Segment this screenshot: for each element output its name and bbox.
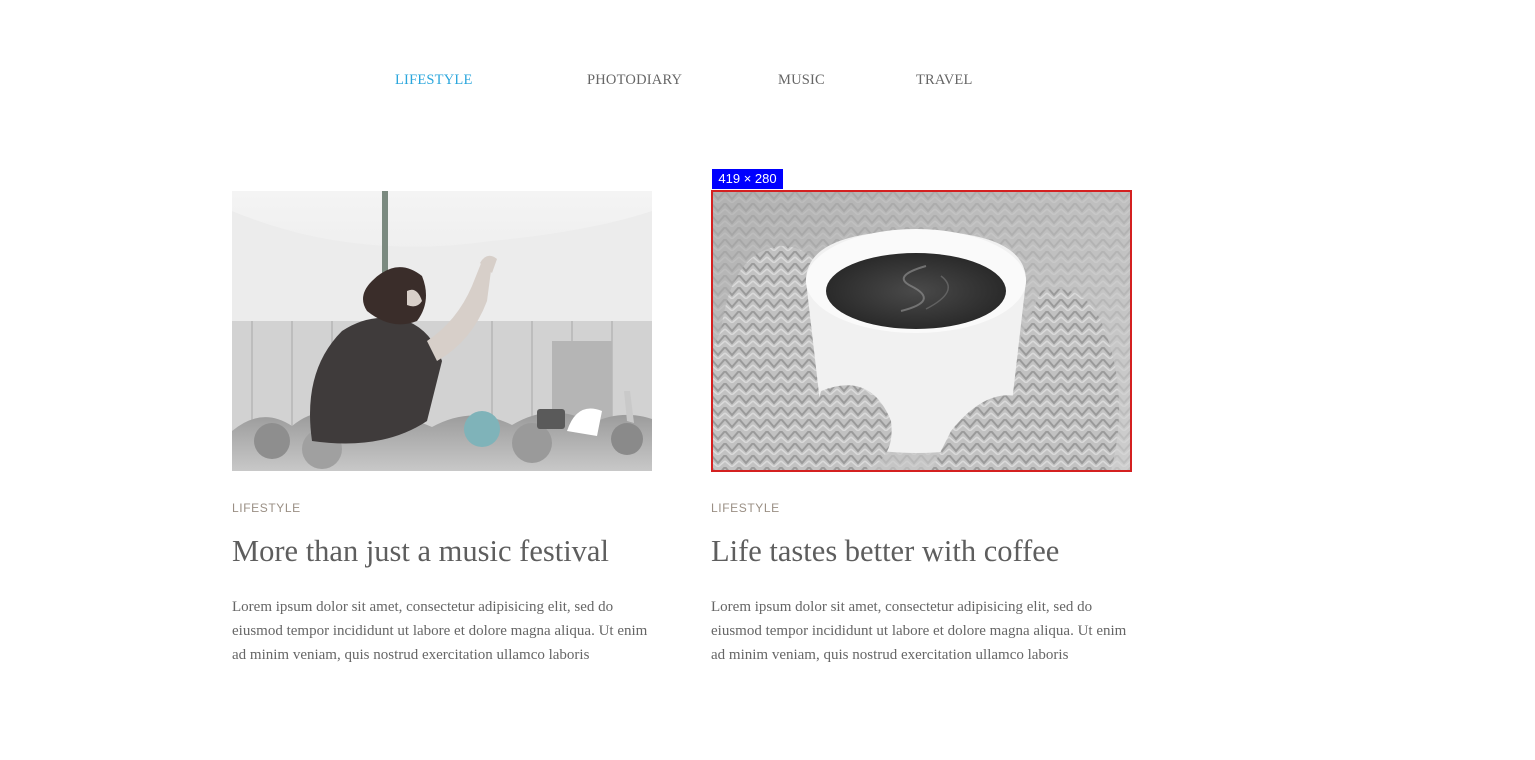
post-excerpt: Lorem ipsum dolor sit amet, consectetur … bbox=[711, 598, 1127, 663]
image-dimension-label: 419 × 280 bbox=[712, 169, 783, 189]
post-category[interactable]: LIFESTYLE bbox=[711, 501, 780, 515]
post-category[interactable]: LIFESTYLE bbox=[232, 501, 301, 515]
post-excerpt: Lorem ipsum dolor sit amet, consectetur … bbox=[232, 598, 648, 663]
post-card: LIFESTYLE More than just a music festiva… bbox=[232, 191, 653, 682]
category-nav: LIFESTYLE PHOTODIARY MUSIC TRAVEL bbox=[0, 72, 1535, 96]
nav-item-lifestyle[interactable]: LIFESTYLE bbox=[395, 72, 473, 89]
nav-item-photodiary[interactable]: PHOTODIARY bbox=[587, 72, 682, 89]
post-title[interactable]: More than just a music festival bbox=[232, 533, 653, 570]
post-title[interactable]: Life tastes better with coffee bbox=[711, 533, 1132, 570]
festival-crowd-photo[interactable] bbox=[232, 191, 652, 471]
nav-item-music[interactable]: MUSIC bbox=[778, 72, 825, 89]
nav-item-travel[interactable]: TRAVEL bbox=[916, 72, 973, 89]
coffee-mittens-photo[interactable] bbox=[711, 191, 1131, 471]
post-card: LIFESTYLE Life tastes better with coffee… bbox=[711, 191, 1132, 682]
